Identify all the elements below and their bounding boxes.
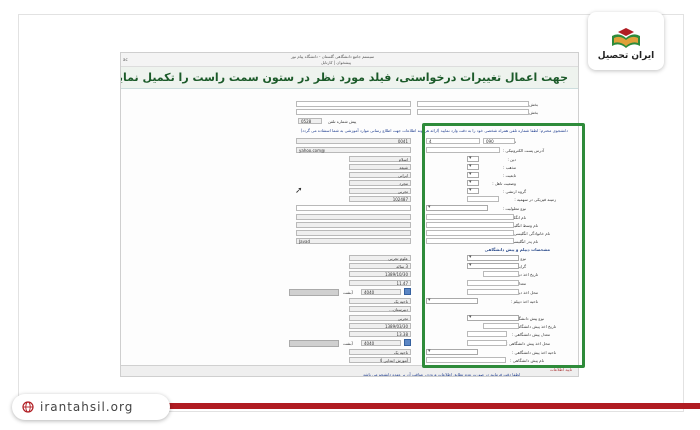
landline-current: 0041 bbox=[296, 138, 411, 144]
nationality-value: ایرانی bbox=[398, 173, 408, 178]
top-left-text: ac bbox=[123, 57, 128, 62]
pre-type-current: تجربی bbox=[349, 315, 411, 321]
zone-value: 102487 bbox=[392, 197, 408, 202]
brand-name: ایران تحصیل bbox=[597, 50, 655, 61]
group-value: تجربی bbox=[397, 189, 408, 194]
diploma-avg-value: 11.47 bbox=[396, 281, 408, 286]
diploma-date-value: 1389/10/30 bbox=[384, 272, 408, 277]
address3-field[interactable] bbox=[417, 109, 529, 115]
pre-region-current: ناحیه یک bbox=[349, 349, 411, 355]
diploma-place-lookup-button[interactable] bbox=[404, 288, 411, 295]
page-frame: ac سیستم جامع دانشگاهی گلستان - دانشگاه … bbox=[0, 0, 700, 430]
middle-en-current bbox=[296, 222, 411, 228]
pre-date-current: 1389/03/30 bbox=[349, 323, 411, 329]
system-nav[interactable]: پیشخوان | کارتابل bbox=[321, 60, 351, 65]
marital-value: مجرد bbox=[399, 181, 408, 186]
name-en-blurred bbox=[296, 214, 411, 220]
diploma-grade-value: 3 ساله bbox=[396, 264, 408, 269]
diploma-date-current: 1389/10/30 bbox=[349, 271, 411, 277]
page-title: جهت اعمال تغییرات درخواستی، فیلد مورد نظ… bbox=[120, 71, 568, 84]
father-en-current: Javad bbox=[296, 238, 411, 244]
address2-field[interactable] bbox=[417, 101, 529, 107]
diploma-avg-current: 11.47 bbox=[349, 280, 411, 286]
brand-logo: ایران تحصیل bbox=[588, 12, 664, 70]
email-current-value: @yahoo.com bbox=[299, 148, 325, 153]
diploma-region-value: ناحیه یک bbox=[393, 299, 408, 304]
pre-school-value: آموزش ابتدایی 4 bbox=[379, 358, 408, 363]
religion-current: اسلام bbox=[349, 156, 411, 162]
nationality-current: ایرانی bbox=[349, 172, 411, 178]
mouse-cursor-icon: ➚ bbox=[295, 186, 303, 196]
pre-date-value: 1389/03/30 bbox=[384, 324, 408, 329]
group-current: تجربی bbox=[349, 188, 411, 194]
globe-icon bbox=[22, 401, 34, 413]
pre-zip-value: 4040 bbox=[364, 341, 375, 346]
pre-school-current: آموزش ابتدایی 4 bbox=[349, 357, 411, 363]
diploma-zip-value: 4040 bbox=[364, 290, 375, 295]
address3-current bbox=[296, 109, 411, 115]
sect-current: شیعه bbox=[349, 164, 411, 170]
pre-place-current-label: آبشت bbox=[343, 341, 353, 346]
diploma-place-current-label: آبشت bbox=[343, 290, 353, 295]
disability-current bbox=[296, 205, 411, 211]
pre-zip-current: 4040 bbox=[361, 340, 401, 346]
diploma-place-bar bbox=[289, 289, 339, 296]
diploma-type-current: علوم تجربی bbox=[349, 255, 411, 261]
pre-type-value: تجربی bbox=[397, 316, 408, 321]
footer-note: لطفا دقت فرمایید در صورت عدم تطابق اطلاع… bbox=[363, 372, 520, 377]
pre-avg-current: 13.38 bbox=[349, 331, 411, 337]
title-bar: جهت اعمال تغییرات درخواستی، فیلد مورد نظ… bbox=[120, 67, 578, 89]
phone-prefix-value: 0528 bbox=[301, 119, 312, 124]
pre-region-value: ناحیه یک bbox=[393, 350, 408, 355]
pre-avg-value: 13.38 bbox=[396, 332, 408, 337]
book-icon bbox=[604, 22, 648, 50]
system-top-bar: ac سیستم جامع دانشگاهی گلستان - دانشگاه … bbox=[121, 53, 578, 67]
zone-current: 102487 bbox=[349, 196, 411, 202]
site-url: irantahsil.org bbox=[40, 400, 134, 414]
father-en-value: Javad bbox=[299, 239, 310, 244]
phone-prefix-current: 0528 bbox=[298, 118, 322, 124]
label-phone-prefix: پیش شماره تلفن bbox=[328, 119, 357, 124]
marital-current: مجرد bbox=[349, 180, 411, 186]
family-en-current bbox=[296, 230, 411, 236]
diploma-type-value: علوم تجربی bbox=[388, 256, 408, 261]
address2-current bbox=[296, 101, 411, 107]
diploma-school-value: دبیرستان... bbox=[389, 307, 408, 312]
diploma-school-current: دبیرستان... bbox=[349, 306, 411, 312]
sect-value: شیعه bbox=[399, 165, 408, 170]
pre-place-bar bbox=[289, 340, 339, 347]
pre-place-lookup-button[interactable] bbox=[404, 339, 411, 346]
diploma-grade-current: 3 ساله bbox=[349, 263, 411, 269]
system-name: سیستم جامع دانشگاهی گلستان - دانشگاه پیا… bbox=[291, 54, 375, 59]
brand-red-line bbox=[160, 403, 700, 409]
religion-value: اسلام bbox=[398, 157, 408, 162]
email-current: @yahoo.com bbox=[296, 147, 411, 153]
diploma-region-current: ناحیه یک bbox=[349, 298, 411, 304]
highlight-box bbox=[422, 123, 585, 368]
url-badge[interactable]: irantahsil.org bbox=[12, 394, 170, 420]
landline-current-value: 0041 bbox=[397, 139, 408, 144]
diploma-zip-current: 4040 bbox=[361, 289, 401, 295]
